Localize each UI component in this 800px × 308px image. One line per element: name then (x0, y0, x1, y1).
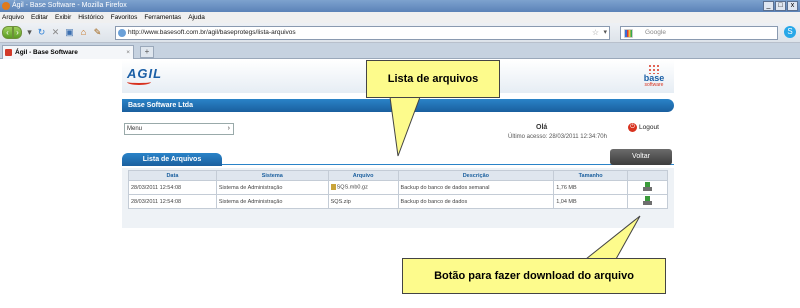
callout-file-list: Lista de arquivos (366, 60, 500, 98)
callout-bottom-tail (584, 215, 641, 260)
callout-tails (389, 96, 641, 260)
callout-bottom-text: Botão para fazer download do arquivo (434, 270, 634, 282)
callout-top-tail (389, 96, 421, 157)
callout-top-text: Lista de arquivos (387, 73, 479, 85)
callout-download: Botão para fazer download do arquivo (402, 258, 666, 294)
